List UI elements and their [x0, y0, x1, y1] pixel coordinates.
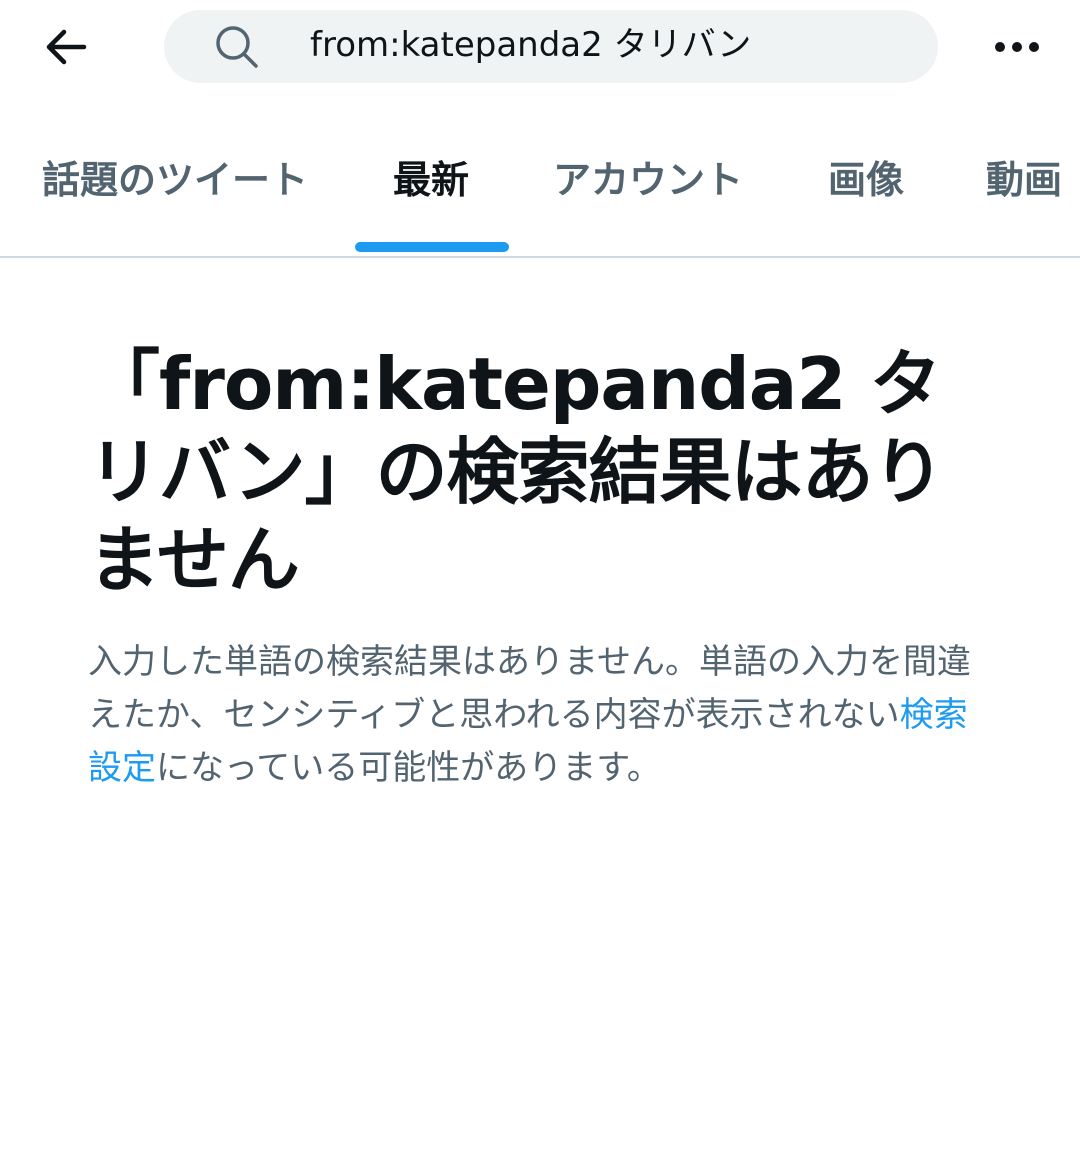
empty-state-message: 入力した単語の検索結果はありません。単語の入力を間違えたか、センシティブと思われ…: [88, 636, 988, 795]
more-horizontal-icon: [995, 42, 1039, 52]
tabs-divider: [0, 256, 1080, 258]
more-options-button[interactable]: [990, 24, 1044, 70]
tab-images[interactable]: 画像: [828, 154, 904, 206]
empty-state-message-suffix: になっている可能性があります。: [156, 748, 661, 788]
back-button[interactable]: [36, 20, 96, 74]
arrow-left-icon: [46, 29, 87, 65]
empty-state-title: 「from:katepanda2 タリバン」の検索結果はありません: [88, 342, 945, 602]
tab-videos[interactable]: 動画: [986, 154, 1062, 206]
empty-state-message-prefix: 入力した単語の検索結果はありません。単語の入力を間違えたか、センシティブと思われ…: [88, 642, 971, 735]
tab-latest[interactable]: 最新: [393, 154, 469, 206]
top-bar: from:katepanda2 タリバン: [0, 0, 1080, 95]
search-icon: [216, 26, 258, 68]
tab-top-tweets[interactable]: 話題のツイート: [42, 154, 308, 206]
tab-accounts[interactable]: アカウント: [553, 154, 743, 206]
active-tab-indicator: [355, 242, 509, 252]
search-input[interactable]: from:katepanda2 タリバン: [310, 22, 751, 68]
search-tabs: 話題のツイート 最新 アカウント 画像 動画: [0, 130, 1080, 256]
